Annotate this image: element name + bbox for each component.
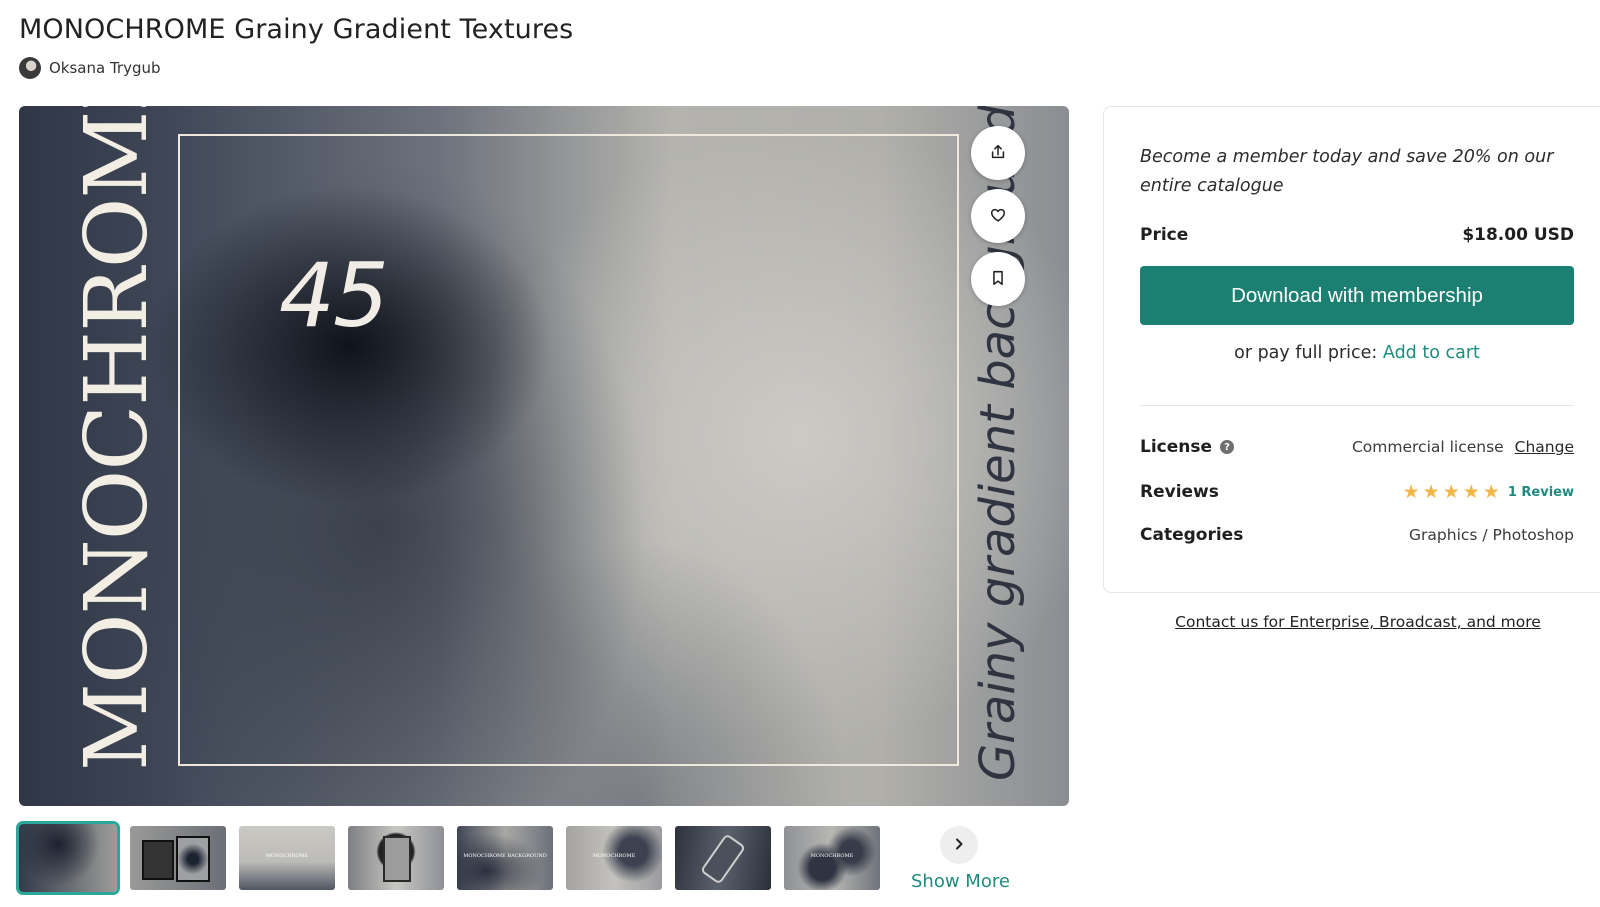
thumbnail-label: MONOCHROME <box>592 853 636 859</box>
thumbnail-label: MONOCHROME BACKGROUND <box>463 853 547 859</box>
chevron-right-icon <box>952 836 966 855</box>
price-value: $18.00 USD <box>1462 225 1574 245</box>
license-value: Commercial license <box>1351 438 1504 456</box>
show-more-control: Show More <box>911 826 1010 892</box>
star-icon: ★ <box>1482 480 1500 503</box>
download-with-membership-button[interactable]: Download with membership <box>1140 266 1574 325</box>
price-label: Price <box>1140 225 1189 245</box>
alt-price-line: or pay full price: Add to cart <box>1140 343 1574 363</box>
author-avatar <box>19 57 41 79</box>
author-link[interactable]: Oksana Trygub <box>19 57 161 79</box>
bookmark-button[interactable] <box>971 252 1025 306</box>
purchase-panel: Become a member today and save 20% on ou… <box>1103 106 1600 593</box>
author-name: Oksana Trygub <box>49 59 161 77</box>
share-icon <box>989 143 1007 164</box>
thumbnail-label: MONOCHROME <box>810 853 854 859</box>
thumbnail-label: MONOCHROME <box>265 853 309 859</box>
reviews-row: Reviews ★ ★ ★ ★ ★ 1 Review <box>1140 482 1574 502</box>
categories-value[interactable]: Graphics / Photoshop <box>1409 526 1574 544</box>
thumbnail-1[interactable] <box>16 821 120 895</box>
thumbnail-4[interactable] <box>348 826 444 890</box>
rating-stars[interactable]: ★ ★ ★ ★ ★ 1 Review <box>1402 480 1574 503</box>
preview-number: 45 <box>279 244 389 347</box>
preview-frame <box>178 134 959 766</box>
divider <box>1140 405 1574 406</box>
change-license-link[interactable]: Change <box>1515 438 1574 456</box>
categories-label: Categories <box>1140 525 1244 545</box>
bookmark-icon <box>989 269 1007 290</box>
license-row: License ? Commercial license Change <box>1140 437 1574 457</box>
thumbnail-8[interactable]: MONOCHROME <box>784 826 880 890</box>
membership-promo: Become a member today and save 20% on ou… <box>1140 147 1554 196</box>
price-row: Price $18.00 USD <box>1140 225 1574 245</box>
contact-enterprise-link[interactable]: Contact us for Enterprise, Broadcast, an… <box>1103 613 1600 631</box>
show-more-link[interactable]: Show More <box>911 871 1010 892</box>
thumbnail-7[interactable] <box>675 826 771 890</box>
thumbnail-2[interactable] <box>130 826 226 890</box>
license-label: License <box>1140 437 1213 457</box>
heart-icon <box>989 206 1007 227</box>
share-button[interactable] <box>971 126 1025 180</box>
product-preview-image[interactable]: MONOCHROME 45 Grainy gradient background <box>19 106 1069 806</box>
product-title: MONOCHROME Grainy Gradient Textures <box>19 14 574 45</box>
preview-brand-text: MONOCHROME <box>67 106 167 771</box>
favorite-button[interactable] <box>971 189 1025 243</box>
alt-price-prefix: or pay full price: <box>1234 343 1378 363</box>
add-to-cart-link[interactable]: Add to cart <box>1383 343 1480 363</box>
star-icon: ★ <box>1422 480 1440 503</box>
thumbnail-6[interactable]: MONOCHROME <box>566 826 662 890</box>
star-icon: ★ <box>1462 480 1480 503</box>
thumbnail-strip: MONOCHROME MONOCHROME BACKGROUND MONOCHR… <box>16 821 880 895</box>
review-count-link[interactable]: 1 Review <box>1508 485 1574 500</box>
categories-row: Categories Graphics / Photoshop <box>1140 525 1574 545</box>
thumbnail-5[interactable]: MONOCHROME BACKGROUND <box>457 826 553 890</box>
star-icon: ★ <box>1442 480 1460 503</box>
thumbnail-3[interactable]: MONOCHROME <box>239 826 335 890</box>
next-thumbnails-button[interactable] <box>940 826 978 864</box>
help-icon[interactable]: ? <box>1220 440 1235 454</box>
reviews-label: Reviews <box>1140 482 1219 502</box>
star-icon: ★ <box>1402 480 1420 503</box>
